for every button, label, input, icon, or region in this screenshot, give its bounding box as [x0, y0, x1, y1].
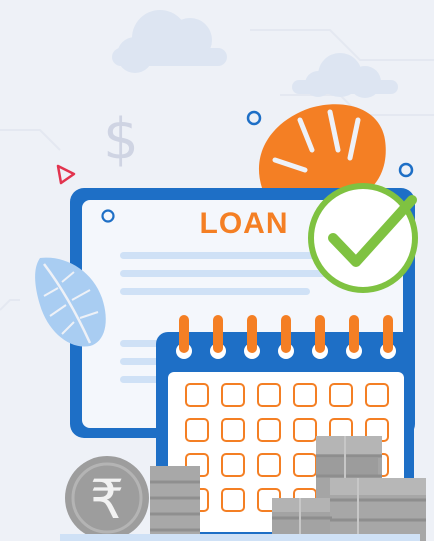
- circle-icon: [246, 110, 262, 126]
- check-icon: [308, 183, 418, 293]
- circle-icon: [398, 162, 414, 178]
- triangle-icon: [56, 164, 76, 185]
- rupee-symbol: ₹: [90, 468, 124, 531]
- coin-stack-icon: [150, 466, 200, 541]
- document-title: LOAN: [200, 207, 289, 240]
- dollar-icon: $: [103, 107, 139, 172]
- loan-illustration: $ LOAN ₹: [0, 0, 434, 541]
- coin-icon: ₹: [65, 456, 149, 540]
- base-strip: [60, 534, 420, 541]
- cloud-icon: [112, 10, 227, 73]
- loan-illustration-svg: $ LOAN ₹: [0, 10, 434, 541]
